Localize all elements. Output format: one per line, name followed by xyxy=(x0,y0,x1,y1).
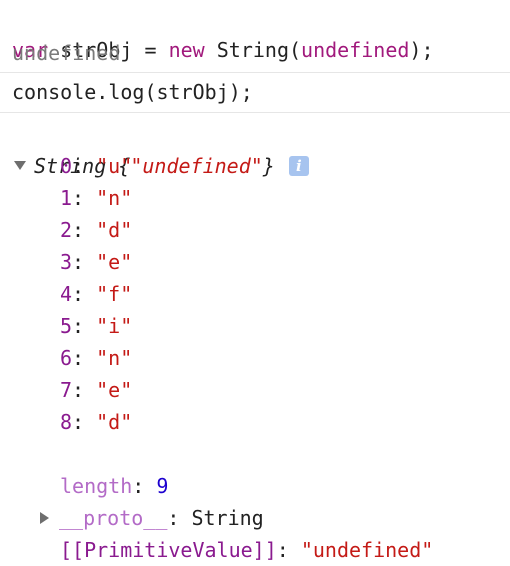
console-input-line-2: console.log(strObj); xyxy=(12,80,253,104)
entry-row: 4: "f" xyxy=(60,282,133,306)
entry-key: 3 xyxy=(60,250,73,274)
primitive-key: [[PrimitiveValue]] xyxy=(60,538,277,562)
length-row: length: 9 xyxy=(60,474,169,498)
entry-row: 8: "d" xyxy=(60,410,133,434)
entry-row: 1: "n" xyxy=(60,186,133,210)
entry-key: 8 xyxy=(60,410,73,434)
entry-key: 2 xyxy=(60,218,73,242)
entry-key: 1 xyxy=(60,186,73,210)
entry-key: 4 xyxy=(60,282,73,306)
entry-key: 5 xyxy=(60,314,73,338)
console-result-line: undefined xyxy=(12,41,121,65)
entry-row: 6: "n" xyxy=(60,346,133,370)
entry-key: 7 xyxy=(60,378,73,402)
primitive-value: "undefined" xyxy=(300,538,434,562)
entry-row: 5: "i" xyxy=(60,314,133,338)
expand-triangle-icon[interactable] xyxy=(40,511,49,524)
info-icon[interactable]: i xyxy=(288,155,309,176)
separator xyxy=(0,72,510,73)
argument-undefined: undefined xyxy=(301,38,410,62)
entry-key: 6 xyxy=(60,346,73,370)
brace-close: } xyxy=(262,154,275,178)
assign-operator: = xyxy=(144,38,157,62)
expand-triangle-icon[interactable] xyxy=(14,161,26,170)
entry-value: "e" xyxy=(96,250,133,274)
object-header[interactable]: String {"undefined"} i xyxy=(14,118,309,178)
entry-value: "d" xyxy=(96,218,133,242)
entry-value: "n" xyxy=(96,346,133,370)
entry-value: "f" xyxy=(96,282,133,306)
entry-row: 3: "e" xyxy=(60,250,133,274)
primitive-value-row: [[PrimitiveValue]]: "undefined" xyxy=(60,538,434,562)
separator xyxy=(0,112,510,113)
keyword-new: new xyxy=(168,38,205,62)
entry-value: "u" xyxy=(96,154,133,178)
call-close: ); xyxy=(409,38,434,62)
entry-value: "e" xyxy=(96,378,133,402)
entry-key: 0 xyxy=(60,154,73,178)
entry-value: "d" xyxy=(96,410,133,434)
entry-row: 7: "e" xyxy=(60,378,133,402)
console-input-line-1: var strObj = new String(undefined); xyxy=(12,2,434,62)
entry-row: 2: "d" xyxy=(60,218,133,242)
proto-row[interactable]: __proto__: String xyxy=(40,470,264,530)
object-preview: "undefined" xyxy=(130,154,263,178)
entry-row: 0: "u" xyxy=(60,154,133,178)
entry-value: "n" xyxy=(96,186,133,210)
constructor-call: String( xyxy=(216,38,302,62)
entry-value: "i" xyxy=(96,314,133,338)
